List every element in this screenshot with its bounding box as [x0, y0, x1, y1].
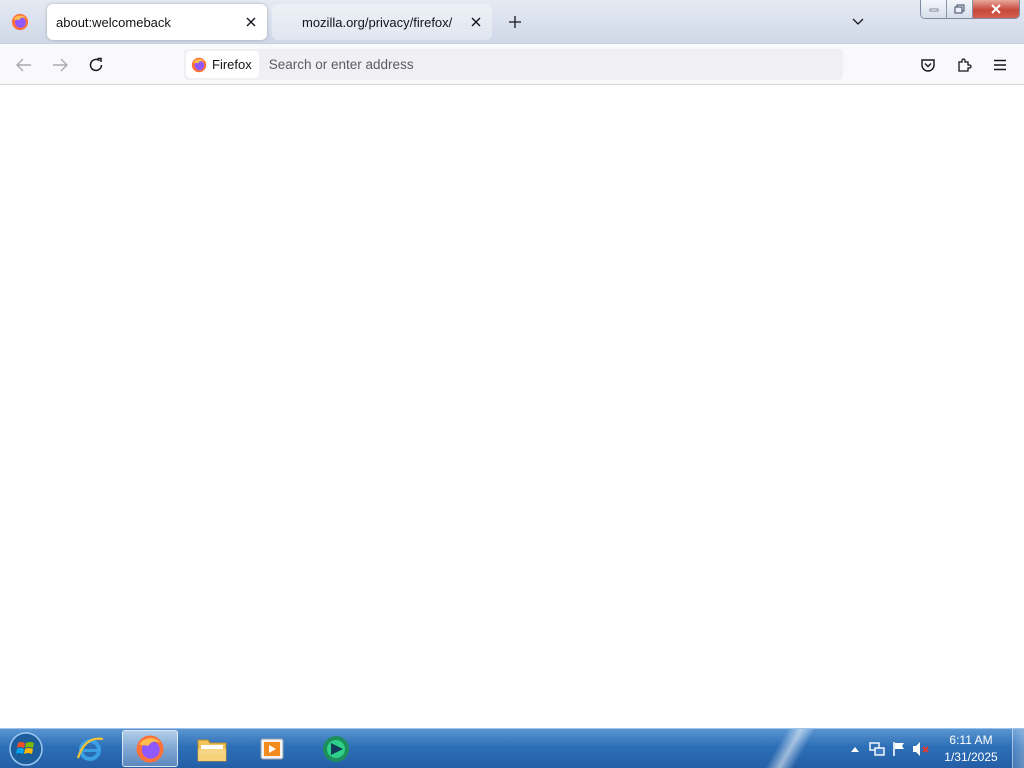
- folder-icon: [197, 739, 227, 761]
- clock-time: 6:11 AM: [949, 733, 993, 747]
- taskbar-internet-explorer[interactable]: [62, 730, 118, 767]
- chevron-up-icon: [851, 747, 859, 752]
- tab-title: mozilla.org/privacy/firefox/: [302, 14, 453, 30]
- tab-close-button[interactable]: [464, 10, 488, 34]
- network-status[interactable]: [866, 738, 888, 760]
- forward-arrow-icon: [53, 58, 68, 72]
- show-desktop-button[interactable]: [1012, 729, 1024, 768]
- close-window-button[interactable]: [973, 0, 1019, 18]
- pocket-icon: [921, 59, 935, 72]
- chevron-down-icon: [852, 18, 864, 25]
- firefox-icon: [136, 735, 164, 762]
- taskbar: 6:11 AM 1/31/2025: [0, 728, 1024, 768]
- volume-muted-icon: [913, 742, 929, 756]
- tab-close-button[interactable]: [239, 10, 263, 34]
- network-icon: [869, 742, 885, 756]
- plus-icon: [509, 16, 521, 28]
- forward-button[interactable]: [45, 50, 75, 80]
- hamburger-icon: [994, 59, 1006, 71]
- identity-label: Firefox: [212, 57, 252, 72]
- taskbar-app[interactable]: [308, 730, 364, 767]
- navigation-toolbar: Firefox: [0, 44, 1024, 85]
- reload-icon: [89, 57, 103, 72]
- close-icon: [246, 17, 256, 27]
- page-content[interactable]: [0, 85, 1024, 728]
- address-input[interactable]: [266, 51, 843, 78]
- windows-orb-icon: [9, 732, 43, 766]
- internet-explorer-icon: [76, 737, 104, 761]
- firefox-view-button[interactable]: [6, 8, 34, 36]
- restore-button[interactable]: [947, 0, 973, 18]
- taskbar-firefox[interactable]: [122, 730, 178, 767]
- firefox-icon: [11, 13, 29, 31]
- minimize-icon: [929, 8, 938, 12]
- close-icon: [471, 17, 481, 27]
- clock-date: 1/31/2025: [944, 750, 998, 764]
- tab-strip: about:welcomeback mozilla.org/privacy/fi…: [0, 0, 1024, 44]
- identity-box[interactable]: Firefox: [186, 51, 259, 78]
- close-icon: [991, 4, 1001, 14]
- extensions-button[interactable]: [949, 50, 979, 80]
- puzzle-icon: [958, 58, 972, 72]
- taskbar-file-explorer[interactable]: [184, 730, 240, 767]
- flag-icon: [893, 742, 904, 756]
- minimize-button[interactable]: [921, 0, 947, 18]
- url-bar[interactable]: Firefox: [184, 49, 843, 80]
- tab-title: about:welcomeback: [56, 14, 171, 30]
- taskbar-glare: [760, 729, 820, 768]
- app-icon: [323, 735, 349, 762]
- media-player-icon: [260, 738, 284, 759]
- list-all-tabs-button[interactable]: [844, 8, 872, 36]
- system-clock[interactable]: 6:11 AM 1/31/2025: [936, 732, 1006, 766]
- tab-about-welcomeback[interactable]: about:welcomeback: [47, 4, 267, 40]
- tab-mozilla-privacy[interactable]: mozilla.org/privacy/firefox/: [272, 4, 492, 40]
- action-center[interactable]: [888, 738, 910, 760]
- window-controls: [920, 0, 1020, 19]
- app-menu-button[interactable]: [985, 50, 1015, 80]
- system-tray: 6:11 AM 1/31/2025: [844, 729, 1024, 768]
- restore-icon: [954, 4, 965, 14]
- start-button[interactable]: [6, 731, 46, 767]
- taskbar-media-player[interactable]: [244, 730, 300, 767]
- new-tab-button[interactable]: [502, 8, 528, 36]
- firefox-icon: [191, 57, 207, 72]
- back-button[interactable]: [9, 50, 39, 80]
- pocket-button[interactable]: [913, 50, 943, 80]
- back-arrow-icon: [16, 58, 31, 72]
- reload-button[interactable]: [81, 50, 111, 80]
- volume-control[interactable]: [910, 738, 932, 760]
- show-hidden-icons-button[interactable]: [844, 738, 866, 760]
